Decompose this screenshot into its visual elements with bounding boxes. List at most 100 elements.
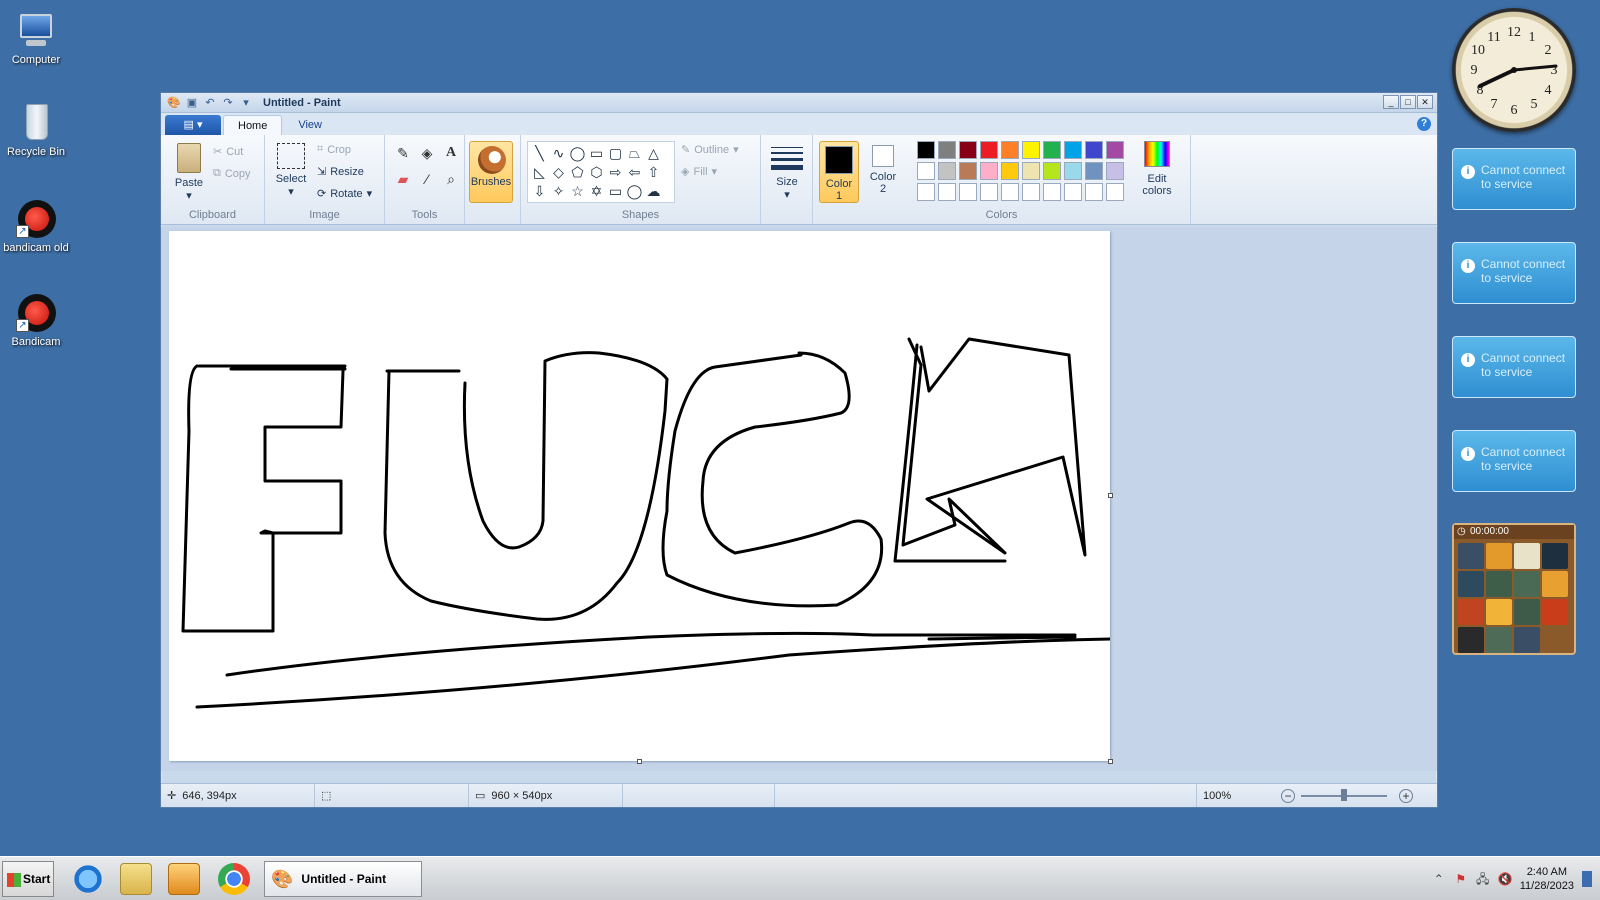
picture-puzzle-gadget[interactable]: ◷ 00:00:00: [1452, 523, 1576, 655]
show-hidden-icons-icon[interactable]: ⌃: [1432, 872, 1446, 886]
oval-shape-icon[interactable]: ◯: [568, 144, 587, 163]
network-icon[interactable]: 🖧: [1476, 872, 1490, 886]
internet-explorer-icon[interactable]: [72, 863, 104, 895]
title-bar[interactable]: 🎨 ▣ ↶ ↷ ▾ Untitled - Paint _ □ ✕: [161, 93, 1437, 113]
palette-swatch[interactable]: [1022, 183, 1040, 201]
palette-swatch[interactable]: [1085, 162, 1103, 180]
zoom-out-button[interactable]: −: [1281, 789, 1295, 803]
undo-icon[interactable]: ↶: [203, 96, 217, 110]
select-button[interactable]: Select ▾: [271, 143, 311, 198]
magnifier-icon[interactable]: ⌕: [441, 169, 461, 189]
palette-swatch[interactable]: [1085, 183, 1103, 201]
down-arrow-shape-icon[interactable]: ⇩: [530, 182, 549, 201]
zoom-in-button[interactable]: +: [1399, 789, 1413, 803]
zoom-slider[interactable]: [1301, 789, 1387, 801]
hexagon-shape-icon[interactable]: ⬡: [587, 163, 606, 182]
palette-swatch[interactable]: [1106, 141, 1124, 159]
pentagon-shape-icon[interactable]: ⬠: [568, 163, 587, 182]
callout-oval-shape-icon[interactable]: ◯: [625, 182, 644, 201]
palette-swatch[interactable]: [938, 162, 956, 180]
palette-swatch[interactable]: [1043, 141, 1061, 159]
line-shape-icon[interactable]: ╲: [530, 144, 549, 163]
up-arrow-shape-icon[interactable]: ⇧: [644, 163, 663, 182]
palette-swatch[interactable]: [1064, 183, 1082, 201]
weather-gadget-1[interactable]: i Cannot connect to service: [1452, 148, 1576, 210]
customize-dropdown-icon[interactable]: ▾: [239, 96, 253, 110]
rounded-rectangle-shape-icon[interactable]: ▢: [606, 144, 625, 163]
desktop-icon-bandicam-old[interactable]: ↗ bandicam old: [0, 198, 72, 254]
palette-swatch[interactable]: [917, 183, 935, 201]
palette-swatch[interactable]: [1064, 141, 1082, 159]
four-point-star-shape-icon[interactable]: ✧: [549, 182, 568, 201]
chrome-icon[interactable]: [218, 863, 250, 895]
palette-swatch[interactable]: [1085, 141, 1103, 159]
palette-swatch[interactable]: [980, 183, 998, 201]
file-explorer-icon[interactable]: [120, 863, 152, 895]
palette-swatch[interactable]: [917, 141, 935, 159]
minimize-button[interactable]: _: [1383, 95, 1399, 109]
pencil-icon[interactable]: ✎: [393, 143, 413, 163]
color-1-button[interactable]: Color 1: [819, 141, 859, 203]
palette-swatch[interactable]: [938, 141, 956, 159]
palette-swatch[interactable]: [1043, 162, 1061, 180]
outline-button[interactable]: ✎ Outline ▾: [681, 143, 739, 157]
right-triangle-shape-icon[interactable]: ◺: [530, 163, 549, 182]
clock-gadget[interactable]: 12 1 2 345 678 9 10 11: [1452, 8, 1576, 132]
crop-button[interactable]: ⌗ Crop: [317, 143, 351, 156]
text-tool-icon[interactable]: A: [441, 143, 461, 163]
taskbar-item-paint[interactable]: 🎨 Untitled - Paint: [264, 861, 422, 897]
rectangle-shape-icon[interactable]: ▭: [587, 144, 606, 163]
weather-gadget-4[interactable]: i Cannot connect to service: [1452, 430, 1576, 492]
redo-icon[interactable]: ↷: [221, 96, 235, 110]
resize-handle-right[interactable]: [1108, 493, 1113, 498]
show-desktop-icon[interactable]: [1582, 871, 1592, 887]
desktop-icon-recycle-bin[interactable]: Recycle Bin: [0, 102, 72, 158]
palette-swatch[interactable]: [1022, 162, 1040, 180]
resize-button[interactable]: ⇲ Resize: [317, 165, 364, 179]
maximize-button[interactable]: □: [1400, 95, 1416, 109]
fill-button[interactable]: ◈ Fill ▾: [681, 165, 717, 179]
right-arrow-shape-icon[interactable]: ⇨: [606, 163, 625, 182]
action-center-icon[interactable]: ⚑: [1454, 872, 1468, 886]
five-point-star-shape-icon[interactable]: ☆: [568, 182, 587, 201]
media-player-icon[interactable]: [168, 863, 200, 895]
color-picker-icon[interactable]: ⁄: [417, 169, 437, 189]
resize-handle-corner[interactable]: [1108, 759, 1113, 764]
zoom-slider-thumb[interactable]: [1341, 789, 1347, 801]
triangle-shape-icon[interactable]: △: [644, 144, 663, 163]
palette-swatch[interactable]: [959, 162, 977, 180]
tab-view[interactable]: View: [284, 115, 336, 135]
palette-swatch[interactable]: [938, 183, 956, 201]
copy-button[interactable]: ⧉ Copy: [213, 167, 251, 180]
paint-menu-button[interactable]: ▤ ▾: [165, 115, 221, 135]
palette-swatch[interactable]: [959, 183, 977, 201]
palette-swatch[interactable]: [1001, 183, 1019, 201]
palette-swatch[interactable]: [959, 141, 977, 159]
palette-swatch[interactable]: [1022, 141, 1040, 159]
edit-colors-button[interactable]: Edit colors: [1137, 141, 1177, 197]
polygon-shape-icon[interactable]: ⏢: [625, 144, 644, 163]
six-point-star-shape-icon[interactable]: ✡: [587, 182, 606, 201]
palette-swatch[interactable]: [1106, 162, 1124, 180]
tab-home[interactable]: Home: [223, 115, 283, 135]
puzzle-grid[interactable]: [1454, 539, 1574, 657]
size-button[interactable]: Size ▾: [767, 143, 807, 201]
desktop-icon-computer[interactable]: Computer: [0, 10, 72, 66]
close-button[interactable]: ✕: [1417, 95, 1433, 109]
palette-swatch[interactable]: [1106, 183, 1124, 201]
resize-handle-bottom[interactable]: [637, 759, 642, 764]
save-icon[interactable]: ▣: [185, 96, 199, 110]
palette-swatch[interactable]: [1001, 141, 1019, 159]
diamond-shape-icon[interactable]: ◇: [549, 163, 568, 182]
left-arrow-shape-icon[interactable]: ⇦: [625, 163, 644, 182]
fill-bucket-icon[interactable]: ◈: [417, 143, 437, 163]
curve-shape-icon[interactable]: ∿: [549, 144, 568, 163]
palette-swatch[interactable]: [1001, 162, 1019, 180]
callout-rectangle-shape-icon[interactable]: ▭: [606, 182, 625, 201]
brushes-button[interactable]: Brushes: [469, 141, 513, 203]
color-2-button[interactable]: Color 2: [863, 141, 903, 203]
cut-button[interactable]: ✂ Cut: [213, 145, 243, 159]
volume-muted-icon[interactable]: 🔇: [1498, 872, 1513, 886]
help-icon[interactable]: ?: [1417, 117, 1431, 131]
palette-swatch[interactable]: [917, 162, 935, 180]
